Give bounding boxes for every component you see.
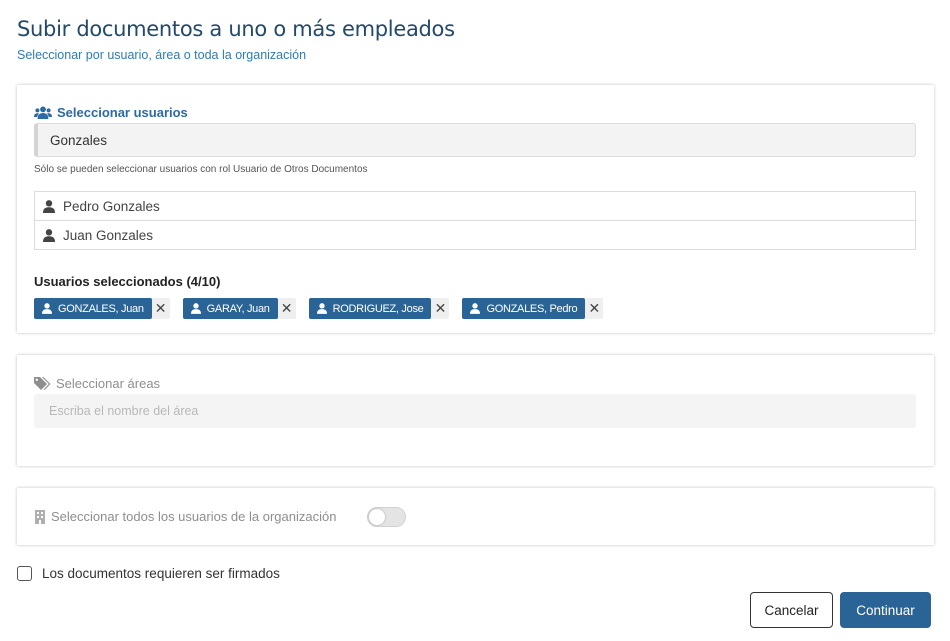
sign-required-option[interactable]: Los documentos requieren ser firmados: [17, 566, 280, 581]
user-search-input[interactable]: [34, 123, 916, 157]
tags-icon: [34, 376, 51, 391]
organization-card: Seleccionar todos los usuarios de la org…: [17, 488, 934, 545]
selected-user-chip: GONZALES, Juan ✕: [34, 298, 170, 319]
chip-text: GONZALES, Pedro: [486, 302, 578, 315]
chip-label: RODRIGUEZ, Jose: [308, 298, 432, 319]
chip-text: GONZALES, Juan: [58, 302, 144, 315]
remove-user-close-icon[interactable]: ✕: [152, 298, 170, 319]
organization-section-label-text: Seleccionar todos los usuarios de la org…: [51, 509, 337, 524]
chip-label: GONZALES, Juan: [34, 298, 152, 319]
user-search-hint: Sólo se pueden seleccionar usuarios con …: [34, 164, 368, 175]
page-subtitle: Seleccionar por usuario, área o toda la …: [17, 48, 307, 62]
selected-users-chips: GONZALES, Juan ✕ GARAY, Juan ✕ RODRIGUEZ…: [34, 298, 604, 319]
remove-user-close-icon[interactable]: ✕: [278, 298, 296, 319]
user-icon: [470, 303, 481, 314]
chip-text: RODRIGUEZ, Jose: [332, 302, 424, 315]
sign-required-checkbox[interactable]: [17, 566, 32, 581]
sign-required-label: Los documentos requieren ser firmados: [42, 566, 280, 581]
selected-user-chip: GARAY, Juan ✕: [182, 298, 296, 319]
page-title: Subir documentos a uno o más empleados: [17, 17, 455, 41]
users-icon: [34, 106, 52, 119]
user-icon: [43, 199, 55, 213]
user-result-name: Juan Gonzales: [63, 227, 154, 243]
users-card: Seleccionar usuarios Sólo se pueden sele…: [17, 85, 934, 333]
continue-button[interactable]: Continuar: [840, 592, 931, 628]
user-icon: [42, 303, 52, 314]
selected-users-title: Usuarios seleccionados (4/10): [34, 274, 221, 289]
users-section-label: Seleccionar usuarios: [34, 105, 188, 120]
selected-user-chip: GONZALES, Pedro ✕: [462, 298, 604, 319]
select-all-organization-toggle[interactable]: [367, 507, 406, 527]
user-result-item[interactable]: Pedro Gonzales: [35, 192, 915, 220]
selected-user-chip: RODRIGUEZ, Jose ✕: [308, 298, 450, 319]
user-icon: [316, 303, 327, 314]
remove-user-close-icon[interactable]: ✕: [431, 298, 449, 319]
cancel-button[interactable]: Cancelar: [750, 592, 833, 628]
user-icon: [43, 228, 55, 242]
chip-label: GONZALES, Pedro: [462, 298, 586, 319]
building-icon: [34, 509, 46, 524]
toggle-knob: [369, 509, 385, 525]
area-search-input[interactable]: [34, 394, 916, 428]
areas-card: Seleccionar áreas: [17, 355, 934, 466]
areas-section-label: Seleccionar áreas: [34, 376, 160, 391]
remove-user-close-icon[interactable]: ✕: [585, 298, 603, 319]
chip-label: GARAY, Juan: [182, 298, 278, 319]
user-result-name: Pedro Gonzales: [63, 198, 160, 214]
user-icon: [190, 303, 201, 314]
chip-text: GARAY, Juan: [206, 302, 270, 315]
areas-section-label-text: Seleccionar áreas: [56, 376, 161, 391]
organization-section-label: Seleccionar todos los usuarios de la org…: [34, 509, 336, 524]
users-section-label-text: Seleccionar usuarios: [57, 105, 188, 120]
user-results-list: Pedro Gonzales Juan Gonzales: [34, 191, 916, 250]
user-result-item[interactable]: Juan Gonzales: [35, 220, 915, 249]
